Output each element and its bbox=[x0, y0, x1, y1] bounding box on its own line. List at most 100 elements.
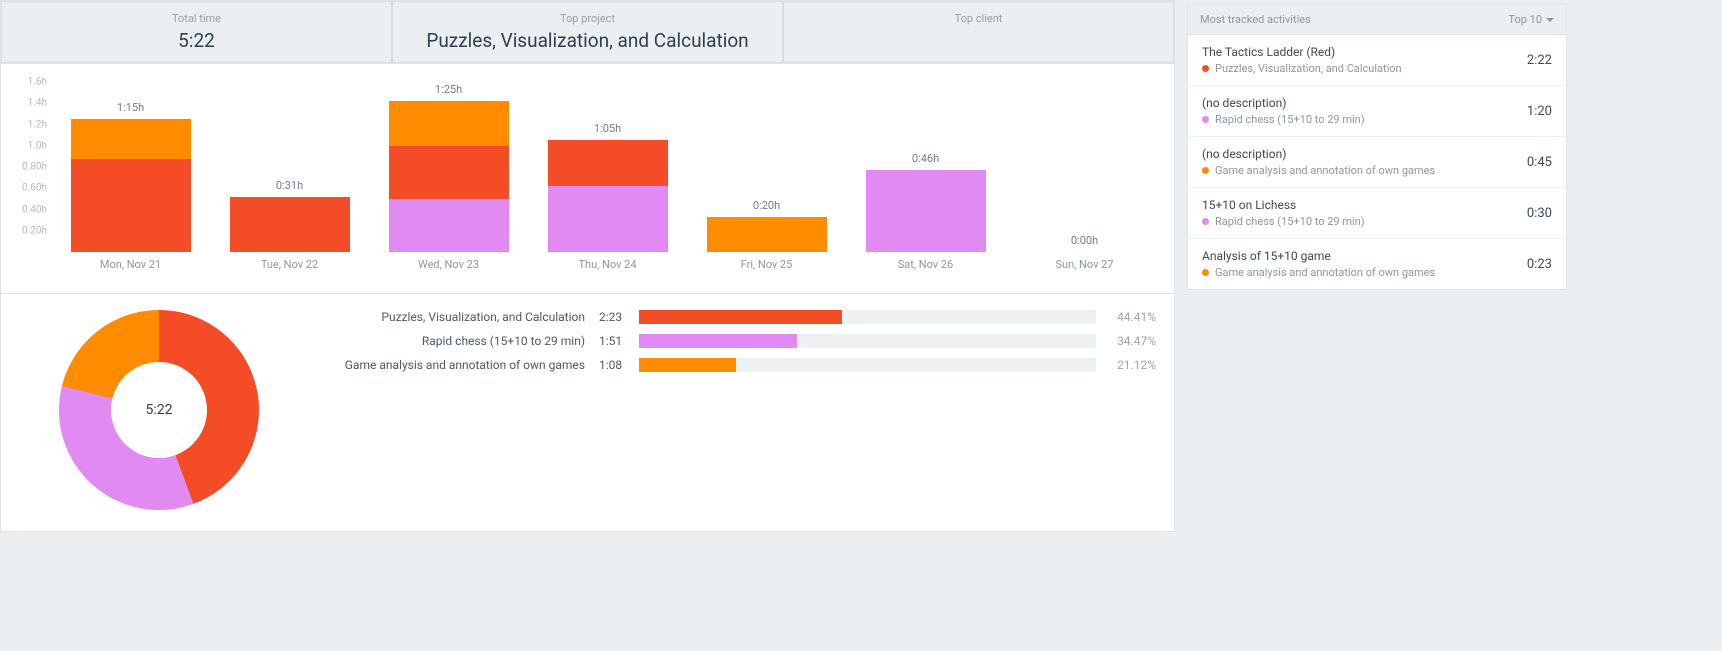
bar-group[interactable]: 0:20h bbox=[707, 217, 827, 252]
activity-title: 15+10 on Lichess bbox=[1202, 198, 1527, 212]
x-tick: Sat, Nov 26 bbox=[898, 258, 953, 271]
summary-top-project: Top project Puzzles, Visualization, and … bbox=[392, 1, 783, 63]
bar-segment[interactable] bbox=[548, 140, 668, 186]
activity-item[interactable]: 15+10 on Lichess Rapid chess (15+10 to 29… bbox=[1188, 188, 1566, 239]
bar-total-label: 1:25h bbox=[389, 83, 509, 96]
x-tick: Tue, Nov 22 bbox=[261, 258, 318, 271]
bar-total-label: 0:00h bbox=[1025, 234, 1145, 247]
summary-top-client: Top client bbox=[783, 1, 1174, 63]
donut-ring: 5:22 bbox=[59, 310, 259, 510]
bar-total-label: 1:05h bbox=[548, 122, 668, 135]
bar-segment[interactable] bbox=[707, 217, 827, 252]
top-n-label: Top 10 bbox=[1508, 13, 1542, 26]
x-tick: Mon, Nov 21 bbox=[100, 258, 161, 271]
breakdown-pct: 34.47% bbox=[1096, 334, 1156, 348]
bar-total-label: 0:20h bbox=[707, 199, 827, 212]
bar-segment[interactable] bbox=[71, 119, 191, 158]
bar-chart-panel: 1.6h1.4h1.2h1.0h0.80h0.60h0.40h0.20h 1:1… bbox=[0, 64, 1175, 294]
breakdown-time: 1:08 bbox=[599, 358, 639, 372]
activity-project: Game analysis and annotation of own game… bbox=[1215, 164, 1435, 177]
bar-group[interactable]: 1:05h bbox=[548, 140, 668, 252]
y-tick: 0.40h bbox=[22, 204, 47, 215]
bar-segment[interactable] bbox=[866, 170, 986, 252]
y-tick: 1.0h bbox=[28, 140, 47, 151]
summary-total-time: Total time 5:22 bbox=[1, 1, 392, 63]
project-color-dot bbox=[1202, 116, 1209, 123]
breakdown-list: Puzzles, Visualization, and Calculation2… bbox=[299, 306, 1156, 513]
breakdown-row[interactable]: Puzzles, Visualization, and Calculation2… bbox=[299, 310, 1156, 324]
project-color-dot bbox=[1202, 218, 1209, 225]
most-tracked-header: Most tracked activities Top 10 bbox=[1188, 5, 1566, 35]
activity-time: 0:23 bbox=[1527, 257, 1552, 272]
breakdown-name: Puzzles, Visualization, and Calculation bbox=[299, 310, 599, 324]
most-tracked-panel: Most tracked activities Top 10 The Tacti… bbox=[1187, 4, 1567, 290]
bars-area: 1:15h 0:31h 1:25h 1:05h 0:20h 0:46h 0:00h bbox=[51, 82, 1164, 252]
y-tick: 0.80h bbox=[22, 162, 47, 173]
bar-group[interactable]: 0:31h bbox=[230, 197, 350, 252]
summary-label: Top project bbox=[393, 12, 782, 25]
breakdown-name: Rapid chess (15+10 to 29 min) bbox=[299, 334, 599, 348]
x-axis: Mon, Nov 21 Tue, Nov 22 Wed, Nov 23 Thu, No… bbox=[51, 254, 1164, 272]
project-color-dot bbox=[1202, 269, 1209, 276]
x-tick: Fri, Nov 25 bbox=[741, 258, 793, 271]
project-color-dot bbox=[1202, 167, 1209, 174]
activity-time: 1:20 bbox=[1527, 104, 1552, 119]
bar-segment[interactable] bbox=[389, 101, 509, 146]
bar-total-label: 0:31h bbox=[230, 179, 350, 192]
bar-total-label: 0:46h bbox=[866, 152, 986, 165]
summary-value: 5:22 bbox=[2, 29, 391, 52]
y-tick: 1.2h bbox=[28, 119, 47, 130]
breakdown-bar-track bbox=[639, 358, 1096, 372]
activity-title: The Tactics Ladder (Red) bbox=[1202, 45, 1527, 59]
bar-chart: 1.6h1.4h1.2h1.0h0.80h0.60h0.40h0.20h 1:1… bbox=[51, 82, 1164, 272]
breakdown-pct: 44.41% bbox=[1096, 310, 1156, 324]
bar-group[interactable]: 1:15h bbox=[71, 119, 191, 252]
y-tick: 0.20h bbox=[22, 225, 47, 236]
bar-segment[interactable] bbox=[389, 146, 509, 199]
bar-segment[interactable] bbox=[389, 199, 509, 252]
activity-item[interactable]: Analysis of 15+10 game Game analysis and … bbox=[1188, 239, 1566, 289]
y-tick: 0.60h bbox=[22, 183, 47, 194]
activity-title: Analysis of 15+10 game bbox=[1202, 249, 1527, 263]
breakdown-bar-fill bbox=[639, 310, 842, 324]
activity-title: (no description) bbox=[1202, 147, 1527, 161]
bar-group[interactable]: 1:25h bbox=[389, 101, 509, 252]
bar-segment[interactable] bbox=[71, 159, 191, 253]
breakdown-row[interactable]: Rapid chess (15+10 to 29 min)1:51 34.47% bbox=[299, 334, 1156, 348]
x-tick: Sun, Nov 27 bbox=[1055, 258, 1113, 271]
breakdown-time: 1:51 bbox=[599, 334, 639, 348]
top-n-selector[interactable]: Top 10 bbox=[1508, 13, 1554, 26]
activity-project: Rapid chess (15+10 to 29 min) bbox=[1215, 215, 1365, 228]
activity-item[interactable]: The Tactics Ladder (Red)Puzzles, Visuali… bbox=[1188, 35, 1566, 86]
summary-label: Top client bbox=[784, 12, 1173, 25]
bar-total-label: 1:15h bbox=[71, 101, 191, 114]
activity-time: 0:30 bbox=[1527, 206, 1552, 221]
donut-center-label: 5:22 bbox=[111, 362, 207, 458]
donut-chart: 5:22 bbox=[19, 306, 299, 513]
breakdown-panel: 5:22 Puzzles, Visualization, and Calcula… bbox=[0, 294, 1175, 532]
activity-item[interactable]: (no description) Game analysis and annota… bbox=[1188, 137, 1566, 188]
breakdown-bar-track bbox=[639, 310, 1096, 324]
bar-group[interactable]: 0:46h bbox=[866, 170, 986, 252]
breakdown-bar-track bbox=[639, 334, 1096, 348]
breakdown-pct: 21.12% bbox=[1096, 358, 1156, 372]
activity-project: Rapid chess (15+10 to 29 min) bbox=[1215, 113, 1365, 126]
breakdown-bar-fill bbox=[639, 358, 736, 372]
y-tick: 1.6h bbox=[28, 77, 47, 88]
summary-label: Total time bbox=[2, 12, 391, 25]
y-axis: 1.6h1.4h1.2h1.0h0.80h0.60h0.40h0.20h bbox=[13, 82, 47, 252]
breakdown-time: 2:23 bbox=[599, 310, 639, 324]
breakdown-row[interactable]: Game analysis and annotation of own game… bbox=[299, 358, 1156, 372]
x-tick: Wed, Nov 23 bbox=[418, 258, 479, 271]
summary-value: Puzzles, Visualization, and Calculation bbox=[393, 29, 782, 52]
activity-title: (no description) bbox=[1202, 96, 1527, 110]
bar-segment[interactable] bbox=[230, 197, 350, 252]
bar-segment[interactable] bbox=[548, 186, 668, 252]
summary-row: Total time 5:22 Top project Puzzles, Vis… bbox=[0, 0, 1175, 64]
chevron-down-icon bbox=[1546, 18, 1554, 22]
activity-project: Game analysis and annotation of own game… bbox=[1215, 266, 1435, 279]
activity-item[interactable]: (no description) Rapid chess (15+10 to 29… bbox=[1188, 86, 1566, 137]
most-tracked-title: Most tracked activities bbox=[1200, 13, 1311, 26]
x-tick: Thu, Nov 24 bbox=[578, 258, 636, 271]
project-color-dot bbox=[1202, 65, 1209, 72]
